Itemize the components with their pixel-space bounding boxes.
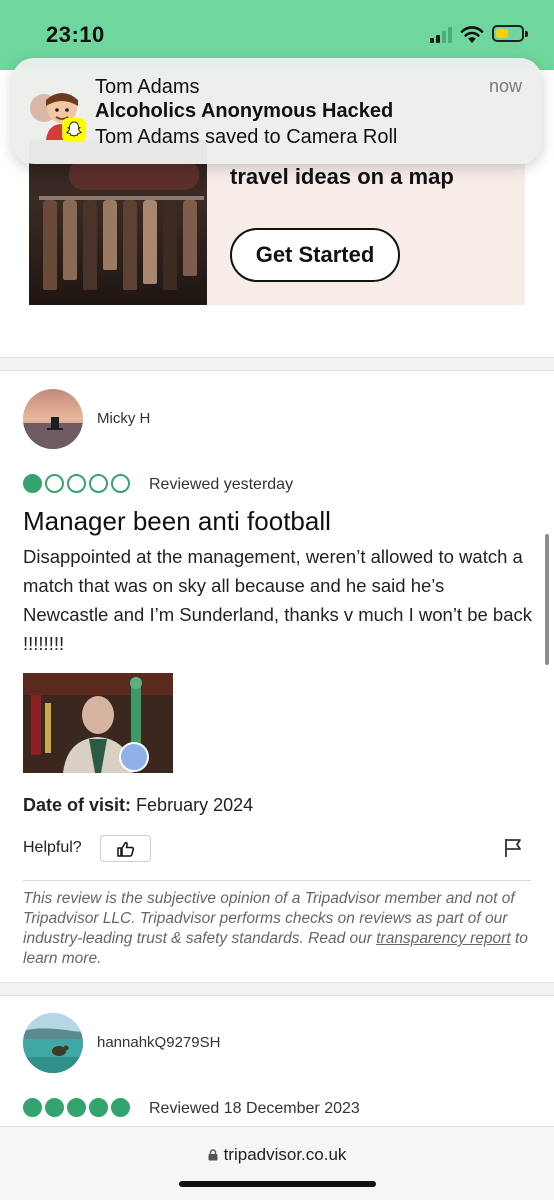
review-date: Reviewed 18 December 2023 bbox=[149, 1100, 360, 1117]
review-photo[interactable] bbox=[23, 673, 173, 773]
rating-bubble-empty bbox=[67, 474, 86, 493]
ad-headline: travel ideas on a map bbox=[230, 164, 454, 189]
rating-bubble-filled bbox=[89, 1098, 108, 1117]
flag-icon[interactable] bbox=[504, 838, 522, 858]
url-display[interactable]: tripadvisor.co.uk bbox=[0, 1145, 554, 1165]
helpful-label: Helpful? bbox=[23, 839, 82, 856]
section-divider bbox=[0, 982, 554, 996]
review-title[interactable]: Manager been anti football bbox=[23, 506, 331, 537]
get-started-button[interactable]: Get Started bbox=[230, 228, 400, 282]
ad-image bbox=[29, 140, 207, 305]
rating-bubble-empty bbox=[111, 474, 130, 493]
notification-subtitle: Alcoholics Anonymous Hacked bbox=[95, 100, 394, 122]
reviewer-name[interactable]: Micky H bbox=[97, 410, 150, 427]
battery-icon bbox=[492, 25, 528, 42]
review-disclaimer: This review is the subjective opinion of… bbox=[23, 889, 533, 969]
helpful-button[interactable] bbox=[100, 835, 151, 862]
notification-body: Tom Adams saved to Camera Roll bbox=[95, 126, 398, 148]
lock-icon bbox=[208, 1149, 218, 1161]
rating-bubble-filled bbox=[23, 1098, 42, 1117]
battery-fill bbox=[496, 29, 508, 38]
ad-banner[interactable]: travel ideas on a map Get Started bbox=[29, 140, 525, 305]
rating-bubbles bbox=[23, 474, 130, 493]
reviewer-name[interactable]: hannahkQ9279SH bbox=[97, 1034, 220, 1051]
wifi-icon bbox=[460, 26, 484, 43]
notification-time: now bbox=[488, 76, 522, 96]
rating-bubble-filled bbox=[23, 474, 42, 493]
visit-value: February 2024 bbox=[136, 795, 254, 815]
date-of-visit: Date of visit: February 2024 bbox=[23, 795, 253, 816]
rating-bubbles bbox=[23, 1098, 130, 1117]
scrollbar[interactable] bbox=[545, 534, 549, 665]
rating-bubble-filled bbox=[45, 1098, 64, 1117]
divider bbox=[23, 880, 531, 881]
url-text: tripadvisor.co.uk bbox=[223, 1145, 347, 1164]
snapchat-icon bbox=[62, 118, 86, 142]
reviewer-avatar[interactable] bbox=[23, 389, 83, 449]
visit-label: Date of visit: bbox=[23, 795, 132, 815]
rating-bubble-empty bbox=[89, 474, 108, 493]
transparency-report-link[interactable]: transparency report bbox=[376, 930, 510, 947]
review-date: Reviewed yesterday bbox=[149, 476, 294, 493]
signal-icon bbox=[430, 27, 454, 43]
rating-bubble-empty bbox=[45, 474, 64, 493]
beach-photo-icon bbox=[23, 1013, 83, 1073]
thumbs-up-icon bbox=[116, 841, 134, 857]
reviewer-avatar[interactable] bbox=[23, 1013, 83, 1073]
notification-title: Tom Adams bbox=[95, 76, 200, 98]
status-time: 23:10 bbox=[46, 22, 105, 47]
home-indicator[interactable] bbox=[179, 1181, 376, 1187]
section-divider bbox=[0, 357, 554, 371]
rating-bubble-filled bbox=[67, 1098, 86, 1117]
sunset-photo-icon bbox=[23, 389, 83, 449]
rating-bubble-filled bbox=[111, 1098, 130, 1117]
notification-banner[interactable]: Tom Adams Alcoholics Anonymous Hacked To… bbox=[12, 58, 542, 164]
review-body: Disappointed at the management, weren’t … bbox=[23, 546, 533, 654]
